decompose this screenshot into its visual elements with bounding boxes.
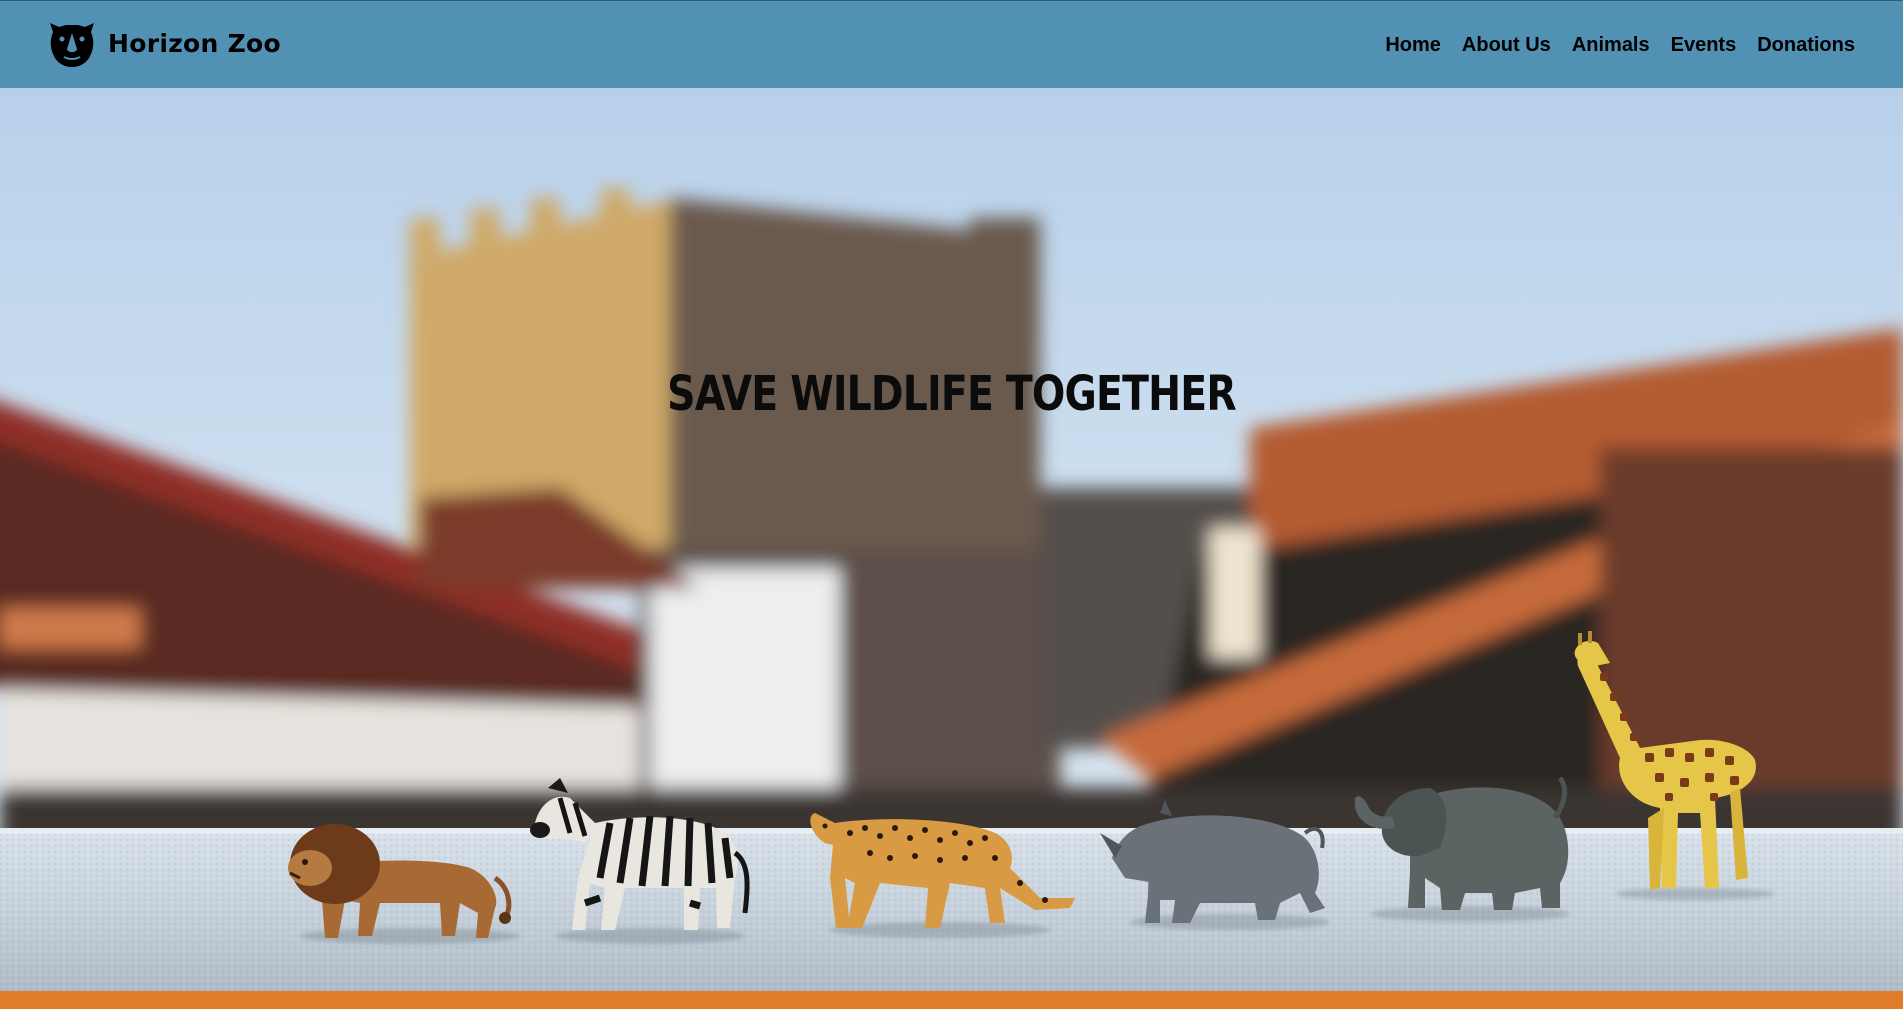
nav-link-donations[interactable]: Donations	[1757, 34, 1855, 56]
nav-item-donations: Donations	[1757, 34, 1855, 57]
brand-name: Horizon Zoo	[108, 28, 282, 58]
nav-link-animals[interactable]: Animals	[1572, 34, 1650, 56]
navbar: Horizon Zoo Home About Us Animals Events…	[0, 0, 1903, 88]
main-nav: Home About Us Animals Events Donations	[1364, 1, 1855, 89]
hero-background-image	[0, 88, 1903, 991]
hero-section: SAVE WILDLIFE TOGETHER	[0, 88, 1903, 991]
nav-link-events[interactable]: Events	[1671, 34, 1737, 56]
nav-item-about-us: About Us	[1462, 34, 1551, 57]
nav-item-home: Home	[1385, 34, 1441, 57]
brand-home-link[interactable]: Horizon Zoo	[46, 17, 281, 69]
rhino-head-icon	[50, 23, 94, 67]
nav-item-animals: Animals	[1572, 34, 1650, 57]
nav-link-about-us[interactable]: About Us	[1462, 34, 1551, 56]
nav-item-events: Events	[1671, 34, 1737, 57]
hero-title: SAVE WILDLIFE TOGETHER	[667, 366, 1236, 423]
footer-accent-bar	[0, 991, 1903, 1009]
page: Horizon Zoo Home About Us Animals Events…	[0, 0, 1903, 1009]
nav-link-home[interactable]: Home	[1385, 34, 1441, 56]
